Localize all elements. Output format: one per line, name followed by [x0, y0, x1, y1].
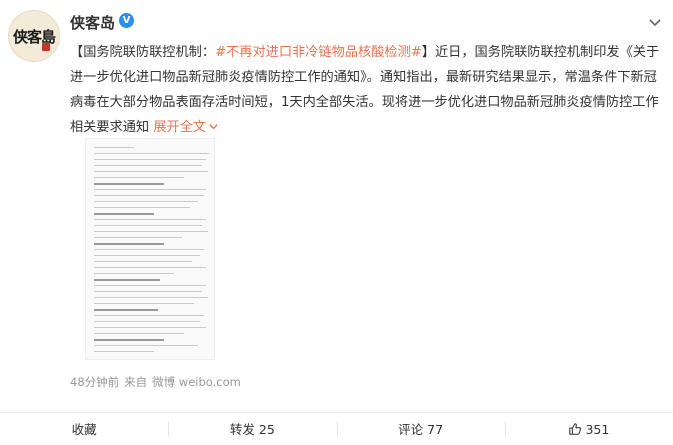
- favorite-label: 收藏: [71, 422, 97, 437]
- document-text-line: [94, 213, 154, 215]
- document-text-line: [94, 231, 208, 232]
- document-text-line: [94, 243, 164, 245]
- document-text-line: [94, 237, 182, 238]
- document-text-line: [94, 219, 206, 220]
- document-text-line: [94, 159, 206, 160]
- document-text-line: [94, 165, 202, 166]
- avatar-seal-icon: [42, 43, 50, 51]
- document-text-line: [94, 261, 192, 262]
- document-text-line: [94, 327, 206, 328]
- document-text-line: [94, 201, 198, 202]
- document-text-line: [94, 147, 134, 148]
- action-bar: 收藏 转发 25 评论 77 351: [0, 412, 673, 445]
- document-text-line: [94, 267, 206, 268]
- document-text-line: [94, 171, 208, 172]
- comment-button[interactable]: 评论 77: [336, 413, 505, 445]
- document-text-line: [94, 303, 194, 304]
- document-text-line: [94, 153, 209, 154]
- post-text-prefix: 国务院联防联控机制：: [83, 45, 216, 60]
- repost-label: 转发 25: [229, 422, 275, 437]
- document-text-line: [94, 255, 200, 256]
- document-text-line: [94, 249, 204, 250]
- chevron-down-icon: [209, 124, 218, 130]
- document-text-line: [94, 177, 184, 178]
- post-time[interactable]: 48分钟前: [70, 375, 119, 389]
- document-text-line: [94, 189, 206, 190]
- like-count: 351: [585, 422, 610, 437]
- hashtag-link[interactable]: #不再对进口非冷链物品核酸检测#: [215, 45, 422, 60]
- document-text-line: [94, 321, 200, 322]
- document-text-line: [94, 279, 160, 281]
- document-text-line: [94, 333, 184, 334]
- document-text-line: [94, 345, 198, 346]
- comment-label: 评论 77: [398, 422, 444, 437]
- document-text-line: [94, 183, 164, 185]
- source-prefix: 来自: [124, 375, 148, 389]
- document-image[interactable]: [85, 138, 215, 360]
- document-text-line: [94, 315, 204, 316]
- thumbs-up-icon: [569, 423, 582, 435]
- document-text-line: [94, 273, 174, 274]
- document-text-line: [94, 207, 190, 208]
- expand-label: 展开全文: [153, 120, 207, 135]
- expand-full-text-link[interactable]: 展开全文: [153, 120, 219, 135]
- document-text-line: [94, 195, 204, 196]
- avatar[interactable]: 侠客島: [8, 10, 60, 62]
- document-text-line: [94, 225, 202, 226]
- post-text: 【国务院联防联控机制：#不再对进口非冷链物品核酸检测#】近日，国务院联防联控机制…: [70, 40, 668, 140]
- favorite-button[interactable]: 收藏: [0, 413, 168, 445]
- repost-button[interactable]: 转发 25: [168, 413, 336, 445]
- document-text-line: [94, 297, 208, 298]
- document-text-line: [94, 285, 206, 286]
- document-text-line: [94, 309, 158, 311]
- post-source[interactable]: 微博 weibo.com: [152, 375, 241, 389]
- chevron-down-icon[interactable]: [647, 14, 663, 30]
- like-button[interactable]: 351: [504, 413, 673, 445]
- document-text-line: [94, 291, 202, 292]
- post-text-open-bracket: 【: [70, 45, 84, 60]
- verified-badge-icon: V: [119, 13, 134, 28]
- document-text-line: [94, 351, 154, 352]
- author-name[interactable]: 侠客岛: [70, 12, 115, 33]
- post-meta: 48分钟前 来自 微博 weibo.com: [70, 374, 246, 390]
- document-text-line: [94, 339, 164, 341]
